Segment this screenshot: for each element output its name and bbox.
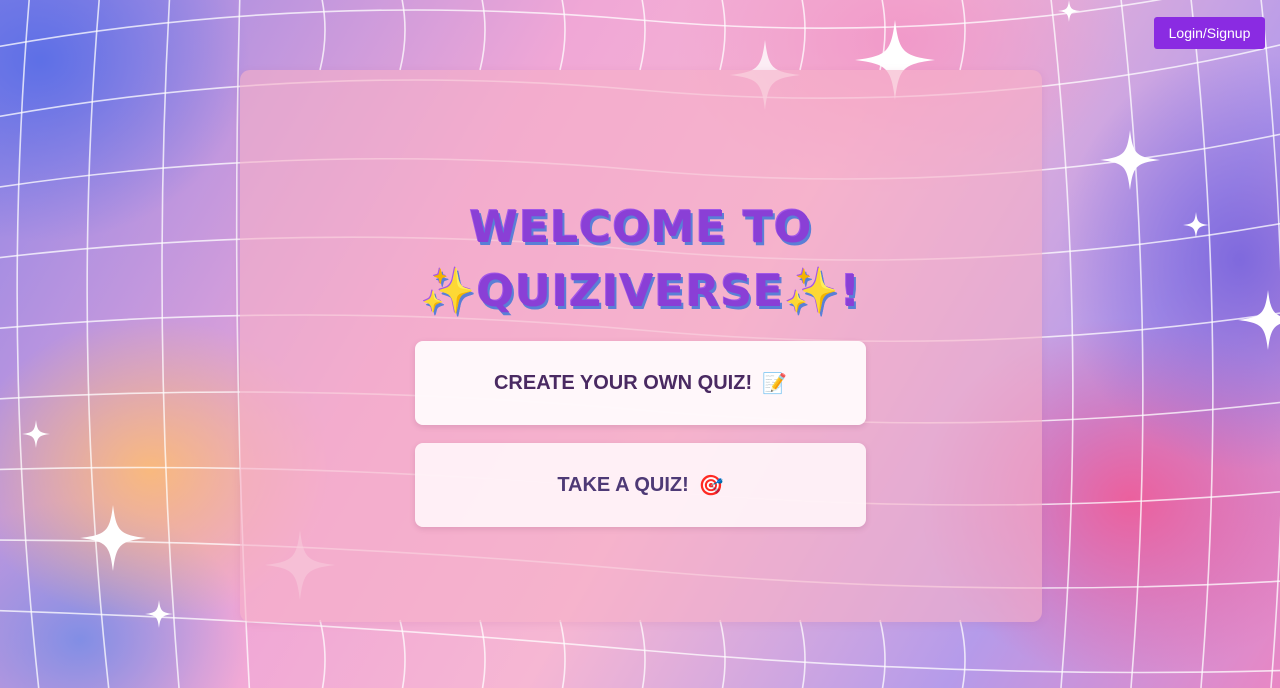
sparkle-icon bbox=[145, 600, 173, 628]
memo-icon: 📝 bbox=[762, 371, 788, 395]
sparkle-icon bbox=[1183, 212, 1209, 238]
title-line-2: ✨QUIZIVERSE✨! bbox=[420, 266, 862, 317]
page-title: WELCOME TO ✨QUIZIVERSE✨! bbox=[240, 196, 1042, 324]
create-quiz-button[interactable]: CREATE YOUR OWN QUIZ! 📝 bbox=[415, 341, 866, 425]
create-quiz-label: CREATE YOUR OWN QUIZ! bbox=[493, 371, 753, 394]
take-quiz-button[interactable]: TAKE A QUIZ! 🎯 bbox=[415, 443, 866, 527]
target-icon: 🎯 bbox=[698, 473, 724, 497]
sparkle-icon bbox=[1058, 0, 1080, 22]
login-signup-button[interactable]: Login/Signup bbox=[1154, 17, 1265, 49]
sparkle-icon bbox=[80, 505, 146, 571]
take-quiz-label: TAKE A QUIZ! bbox=[557, 473, 689, 496]
sparkle-icon bbox=[1238, 290, 1280, 350]
sparkle-icon bbox=[22, 420, 50, 448]
title-line-1: WELCOME TO bbox=[469, 202, 813, 253]
sparkle-icon bbox=[1100, 130, 1160, 190]
